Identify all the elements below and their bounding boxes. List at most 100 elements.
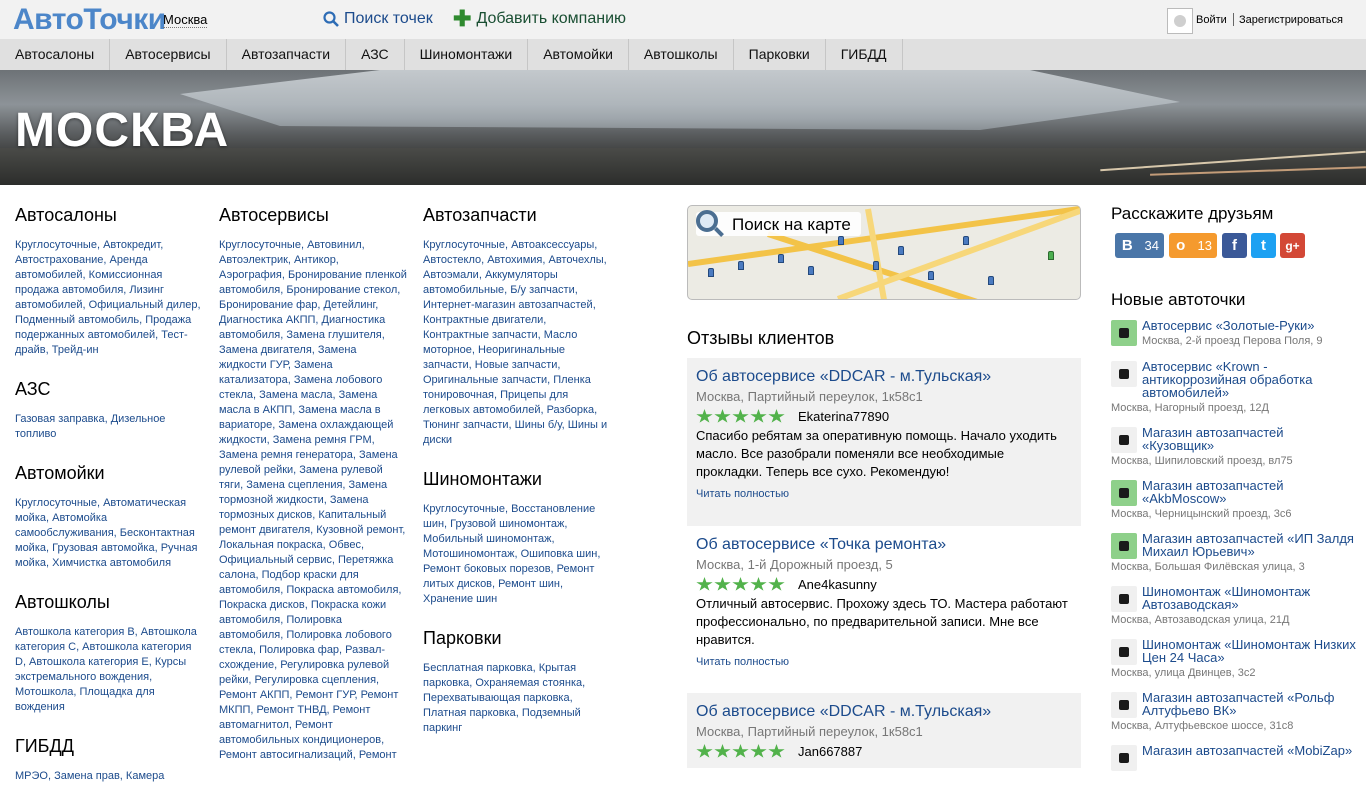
new-point-item: Магазин автозапчастей «MobiZap» bbox=[1111, 744, 1356, 771]
new-point-item: Автосервис «Золотые-Руки» Москва, 2-й пр… bbox=[1111, 319, 1356, 347]
section-links[interactable]: Круглосуточные, Автокредит, Автострахова… bbox=[15, 238, 203, 358]
star-icon bbox=[768, 409, 785, 423]
login-link[interactable]: Войти bbox=[1196, 14, 1227, 26]
nav-item-car-washes[interactable]: Автомойки bbox=[528, 39, 629, 70]
add-company-link[interactable]: ✚ Добавить компанию bbox=[453, 8, 626, 30]
new-point-address: Москва, Черницынский проезд, 3с6 bbox=[1111, 508, 1292, 520]
avatar[interactable] bbox=[1167, 8, 1193, 34]
read-more-link[interactable]: Читать полностью bbox=[696, 488, 1072, 500]
review-user: Ekaterina77890 bbox=[798, 409, 890, 424]
city-selector[interactable]: Москва bbox=[163, 12, 208, 28]
section-title[interactable]: ГИБДД bbox=[15, 736, 203, 757]
new-point-name[interactable]: Шиномонтаж «Шиномонтаж Автозаводская» bbox=[1142, 585, 1356, 611]
review-title[interactable]: Об автосервисе «DDCAR - м.Тульская» bbox=[696, 703, 1072, 721]
car-part-icon bbox=[1111, 533, 1137, 559]
map-pin-icon[interactable] bbox=[738, 261, 744, 270]
review-title[interactable]: Об автосервисе «DDCAR - м.Тульская» bbox=[696, 368, 1072, 386]
section-title[interactable]: Шиномонтажи bbox=[423, 469, 611, 490]
new-point-address: Москва, 2-й проезд Перова Поля, 9 bbox=[1142, 335, 1323, 347]
section-links[interactable]: Круглосуточные, Автовинил, Автоэлектрик,… bbox=[219, 238, 407, 763]
share-count: 13 bbox=[1197, 238, 1212, 253]
nav-item-gas-stations[interactable]: АЗС bbox=[346, 39, 405, 70]
register-link[interactable]: Зарегистрироваться bbox=[1239, 14, 1343, 26]
section-links[interactable]: Бесплатная парковка, Крытая парковка, Ох… bbox=[423, 661, 611, 736]
car-part-icon bbox=[1111, 692, 1137, 718]
new-point-item: Магазин автозапчастей «ИП Залдя Михаил Ю… bbox=[1111, 532, 1356, 573]
section-title[interactable]: Автомойки bbox=[15, 463, 203, 484]
twitter-icon: t bbox=[1261, 237, 1266, 254]
new-point-name[interactable]: Магазин автозапчастей «ИП Залдя Михаил Ю… bbox=[1142, 532, 1356, 558]
new-point-name[interactable]: Магазин автозапчастей «Рольф Алтуфьево В… bbox=[1142, 691, 1356, 717]
new-point-item: Магазин автозапчастей «Кузовщик» Москва,… bbox=[1111, 426, 1356, 467]
logo[interactable]: АвтоТочки bbox=[13, 3, 166, 37]
nav-item-tire-services[interactable]: Шиномонтажи bbox=[405, 39, 529, 70]
review-address: Москва, Партийный переулок, 1к58с1 bbox=[696, 389, 923, 404]
new-point-name[interactable]: Автосервис «Золотые-Руки» bbox=[1142, 319, 1356, 332]
nav-item-gibdd[interactable]: ГИБДД bbox=[826, 39, 903, 70]
map-pin-icon[interactable] bbox=[808, 266, 814, 275]
map-pin-icon[interactable] bbox=[1048, 251, 1054, 260]
section-links[interactable]: МРЭО, Замена прав, Камера bbox=[15, 769, 203, 784]
search-points-label: Поиск точек bbox=[344, 10, 433, 27]
star-icon bbox=[768, 577, 785, 591]
nav-item-autoparts[interactable]: Автозапчасти bbox=[227, 39, 347, 70]
section-title[interactable]: Автосалоны bbox=[15, 205, 203, 226]
section-title[interactable]: Автосервисы bbox=[219, 205, 407, 226]
star-icon bbox=[714, 409, 731, 423]
map-pin-icon[interactable] bbox=[708, 268, 714, 277]
section-title[interactable]: Парковки bbox=[423, 628, 611, 649]
section-links[interactable]: Автошкола категория B, Автошкола категор… bbox=[15, 625, 203, 715]
banner-building bbox=[180, 70, 1180, 130]
new-point-name[interactable]: Магазин автозапчастей «AkbMoscow» bbox=[1142, 479, 1356, 505]
share-facebook-button[interactable]: f bbox=[1222, 233, 1247, 258]
new-point-item: Автосервис «Krown - антикоррозийная обра… bbox=[1111, 360, 1356, 414]
section-title[interactable]: АЗС bbox=[15, 379, 203, 400]
review-card: Об автосервисе «Точка ремонта» Москва, 1… bbox=[687, 526, 1081, 691]
nav-item-driving-schools[interactable]: Автошколы bbox=[629, 39, 734, 70]
new-point-address: Москва, Шипиловский проезд, вл75 bbox=[1111, 455, 1293, 467]
category-column-2: Автосервисы Круглосуточные, Автовинил, А… bbox=[219, 205, 407, 784]
tire-icon bbox=[1111, 639, 1137, 665]
map-pin-icon[interactable] bbox=[898, 246, 904, 255]
map-pin-icon[interactable] bbox=[838, 236, 844, 245]
share-googleplus-button[interactable]: g+ bbox=[1280, 233, 1305, 258]
section-title[interactable]: Автошколы bbox=[15, 592, 203, 613]
new-point-name[interactable]: Шиномонтаж «Шиномонтаж Низких Цен 24 Час… bbox=[1142, 638, 1356, 664]
search-points-link[interactable]: Поиск точек bbox=[323, 10, 433, 28]
new-point-name[interactable]: Автосервис «Krown - антикоррозийная обра… bbox=[1142, 360, 1356, 399]
map-pin-icon[interactable] bbox=[928, 271, 934, 280]
star-icon bbox=[696, 744, 713, 758]
map-pin-icon[interactable] bbox=[778, 254, 784, 263]
map-search[interactable]: Поиск на карте bbox=[687, 205, 1081, 300]
share-twitter-button[interactable]: t bbox=[1251, 233, 1276, 258]
car-part-icon bbox=[1111, 745, 1137, 771]
section-links[interactable]: Газовая заправка, Дизельное топливо bbox=[15, 412, 203, 442]
star-icon bbox=[750, 577, 767, 591]
review-user: Jan667887 bbox=[798, 744, 863, 759]
share-ok-button[interactable]: о 13 bbox=[1169, 233, 1217, 258]
review-rating: Jan667887 bbox=[696, 744, 1072, 759]
section-title[interactable]: Автозапчасти bbox=[423, 205, 611, 226]
new-point-name[interactable]: Магазин автозапчастей «Кузовщик» bbox=[1142, 426, 1356, 452]
new-point-name[interactable]: Магазин автозапчастей «MobiZap» bbox=[1142, 744, 1356, 757]
section-links[interactable]: Круглосуточные, Автоматическая мойка, Ав… bbox=[15, 496, 203, 571]
section-links[interactable]: Круглосуточные, Автоаксессуары, Автостек… bbox=[423, 238, 611, 448]
magnifier-icon bbox=[696, 210, 718, 232]
nav-item-parkings[interactable]: Парковки bbox=[734, 39, 826, 70]
new-point-item: Шиномонтаж «Шиномонтаж Автозаводская» Мо… bbox=[1111, 585, 1356, 626]
ok-icon: о bbox=[1176, 237, 1186, 254]
map-pin-icon[interactable] bbox=[988, 276, 994, 285]
nav-item-autoservices[interactable]: Автосервисы bbox=[110, 39, 227, 70]
share-vk-button[interactable]: В 34 bbox=[1115, 233, 1164, 258]
review-title[interactable]: Об автосервисе «Точка ремонта» bbox=[696, 536, 1072, 554]
car-part-icon bbox=[1111, 480, 1137, 506]
read-more-link[interactable]: Читать полностью bbox=[696, 656, 1072, 668]
star-icon bbox=[732, 577, 749, 591]
map-pin-icon[interactable] bbox=[873, 261, 879, 270]
section-links[interactable]: Круглосуточные, Восстановление шин, Груз… bbox=[423, 502, 611, 607]
new-point-address: Москва, Алтуфьевское шоссе, 31с8 bbox=[1111, 720, 1294, 732]
map-pin-icon[interactable] bbox=[963, 236, 969, 245]
nav-item-autosalons[interactable]: Автосалоны bbox=[0, 39, 111, 70]
review-card: Об автосервисе «DDCAR - м.Тульская» Моск… bbox=[687, 358, 1081, 526]
divider bbox=[1233, 13, 1234, 26]
